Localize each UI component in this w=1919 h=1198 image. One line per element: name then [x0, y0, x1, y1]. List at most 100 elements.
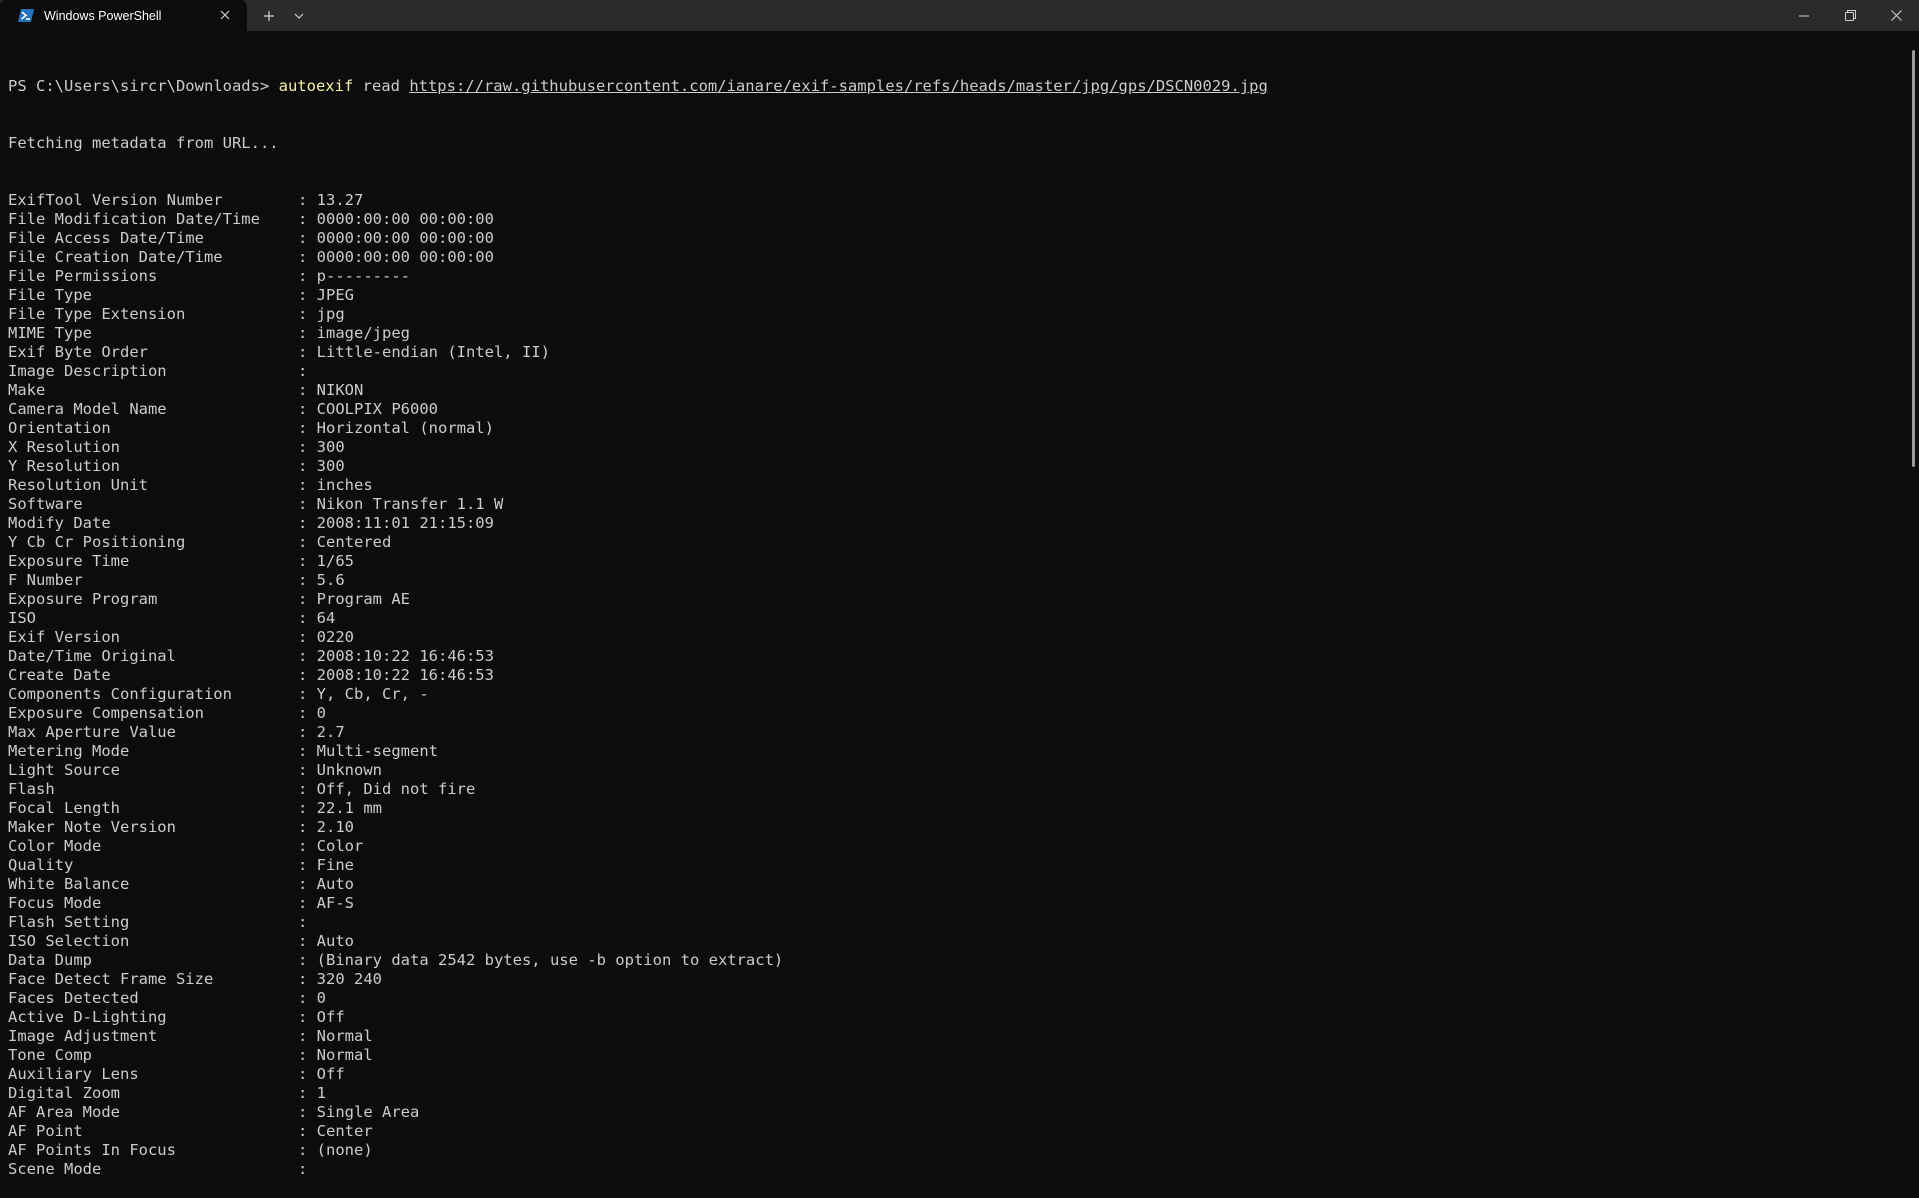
metadata-separator: : — [298, 191, 317, 209]
metadata-separator: : — [298, 533, 317, 551]
metadata-key: Light Source — [8, 761, 120, 779]
metadata-separator: : — [298, 761, 317, 779]
scrollbar[interactable] — [1912, 50, 1915, 467]
metadata-key: Create Date — [8, 666, 111, 684]
metadata-row: Modify Date: 2008:11:01 21:15:09 — [8, 514, 1888, 533]
metadata-value: 2008:10:22 16:46:53 — [316, 647, 494, 665]
metadata-value: AF-S — [316, 894, 354, 912]
metadata-key: Exposure Time — [8, 552, 130, 570]
terminal-output[interactable]: PS C:\Users\sircr\Downloads> autoexif re… — [8, 39, 1888, 1198]
metadata-row: Tone Comp: Normal — [8, 1046, 1888, 1065]
minimize-icon — [1799, 15, 1809, 16]
metadata-value: Multi-segment — [316, 742, 438, 760]
metadata-key: Exposure Program — [8, 590, 158, 608]
metadata-value: Center — [316, 1122, 373, 1140]
metadata-key: Image Description — [8, 362, 167, 380]
metadata-row: X Resolution: 300 — [8, 438, 1888, 457]
metadata-key: Make — [8, 381, 46, 399]
metadata-separator: : — [298, 571, 317, 589]
metadata-separator: : — [298, 438, 317, 456]
metadata-separator: : — [298, 837, 317, 855]
metadata-row: File Access Date/Time: 0000:00:00 00:00:… — [8, 229, 1888, 248]
close-window-button[interactable] — [1873, 0, 1919, 31]
metadata-value: 320 240 — [316, 970, 382, 988]
metadata-key: Metering Mode — [8, 742, 130, 760]
metadata-row: Exposure Time: 1/65 — [8, 552, 1888, 571]
metadata-row: Focal Length: 22.1 mm — [8, 799, 1888, 818]
url-link[interactable]: https://raw.githubusercontent.com/ianare… — [409, 77, 1268, 95]
metadata-value: Normal — [316, 1027, 373, 1045]
metadata-value: NIKON — [316, 381, 364, 399]
metadata-row: Date/Time Original: 2008:10:22 16:46:53 — [8, 647, 1888, 666]
metadata-key: File Type Extension — [8, 305, 186, 323]
metadata-value: 1/65 — [316, 552, 354, 570]
metadata-key: Components Configuration — [8, 685, 232, 703]
metadata-value: Fine — [316, 856, 354, 874]
metadata-separator: : — [298, 780, 317, 798]
metadata-key: AF Points In Focus — [8, 1141, 176, 1159]
metadata-key: Data Dump — [8, 951, 92, 969]
metadata-separator: : — [298, 1008, 317, 1026]
metadata-value: Y, Cb, Cr, - — [316, 685, 429, 703]
metadata-row: File Permissions: p--------- — [8, 267, 1888, 286]
metadata-value: image/jpeg — [316, 324, 410, 342]
metadata-row: Flash Setting: — [8, 913, 1888, 932]
metadata-key: Focal Length — [8, 799, 120, 817]
metadata-row: Camera Model Name: COOLPIX P6000 — [8, 400, 1888, 419]
metadata-separator: : — [298, 723, 317, 741]
metadata-key: File Permissions — [8, 267, 158, 285]
metadata-value: Off — [316, 1008, 345, 1026]
metadata-value: 2.7 — [316, 723, 345, 741]
metadata-row: Make: NIKON — [8, 381, 1888, 400]
metadata-key: Faces Detected — [8, 989, 139, 1007]
metadata-value: Horizontal (normal) — [316, 419, 494, 437]
metadata-separator: : — [298, 552, 317, 570]
metadata-row: Image Adjustment: Normal — [8, 1027, 1888, 1046]
close-tab-icon[interactable] — [217, 7, 233, 23]
metadata-row: White Balance: Auto — [8, 875, 1888, 894]
metadata-row: File Type Extension: jpg — [8, 305, 1888, 324]
metadata-key: Y Cb Cr Positioning — [8, 533, 186, 551]
metadata-separator: : — [298, 590, 317, 608]
metadata-separator: : — [298, 894, 317, 912]
metadata-key: File Access Date/Time — [8, 229, 204, 247]
metadata-row: Orientation: Horizontal (normal) — [8, 419, 1888, 438]
metadata-value: Nikon Transfer 1.1 W — [316, 495, 504, 513]
metadata-row: Resolution Unit: inches — [8, 476, 1888, 495]
metadata-key: Resolution Unit — [8, 476, 148, 494]
metadata-key: Flash — [8, 780, 55, 798]
plus-icon — [264, 10, 274, 21]
metadata-value: 22.1 mm — [316, 799, 382, 817]
tab-dropdown-button[interactable] — [284, 0, 314, 31]
metadata-row: Exposure Compensation: 0 — [8, 704, 1888, 723]
metadata-separator: : — [298, 799, 317, 817]
metadata-value: 2.10 — [316, 818, 354, 836]
metadata-separator: : — [298, 248, 317, 266]
metadata-separator: : — [298, 666, 317, 684]
command-arg: read — [362, 77, 400, 95]
metadata-value: Color — [316, 837, 364, 855]
metadata-separator: : — [298, 1103, 317, 1121]
metadata-separator: : — [298, 951, 317, 969]
metadata-key: Digital Zoom — [8, 1084, 120, 1102]
metadata-separator: : — [298, 742, 317, 760]
metadata-separator: : — [298, 1141, 317, 1159]
metadata-row: Max Aperture Value: 2.7 — [8, 723, 1888, 742]
metadata-row: Image Description: — [8, 362, 1888, 381]
metadata-value: jpg — [316, 305, 345, 323]
minimize-button[interactable] — [1781, 0, 1827, 31]
metadata-separator: : — [298, 476, 317, 494]
title-bar: Windows PowerShell — [0, 0, 1919, 31]
restore-button[interactable] — [1827, 0, 1873, 31]
metadata-value: Off — [316, 1065, 345, 1083]
metadata-row: File Creation Date/Time: 0000:00:00 00:0… — [8, 248, 1888, 267]
metadata-row: Data Dump: (Binary data 2542 bytes, use … — [8, 951, 1888, 970]
new-tab-button[interactable] — [254, 0, 284, 31]
tab-powershell[interactable]: Windows PowerShell — [0, 0, 247, 31]
metadata-row: Y Cb Cr Positioning: Centered — [8, 533, 1888, 552]
metadata-separator: : — [298, 400, 317, 418]
metadata-key: Modify Date — [8, 514, 111, 532]
status-line: Fetching metadata from URL... — [8, 134, 279, 152]
metadata-key: ISO — [8, 609, 36, 627]
restore-icon — [1844, 10, 1856, 21]
